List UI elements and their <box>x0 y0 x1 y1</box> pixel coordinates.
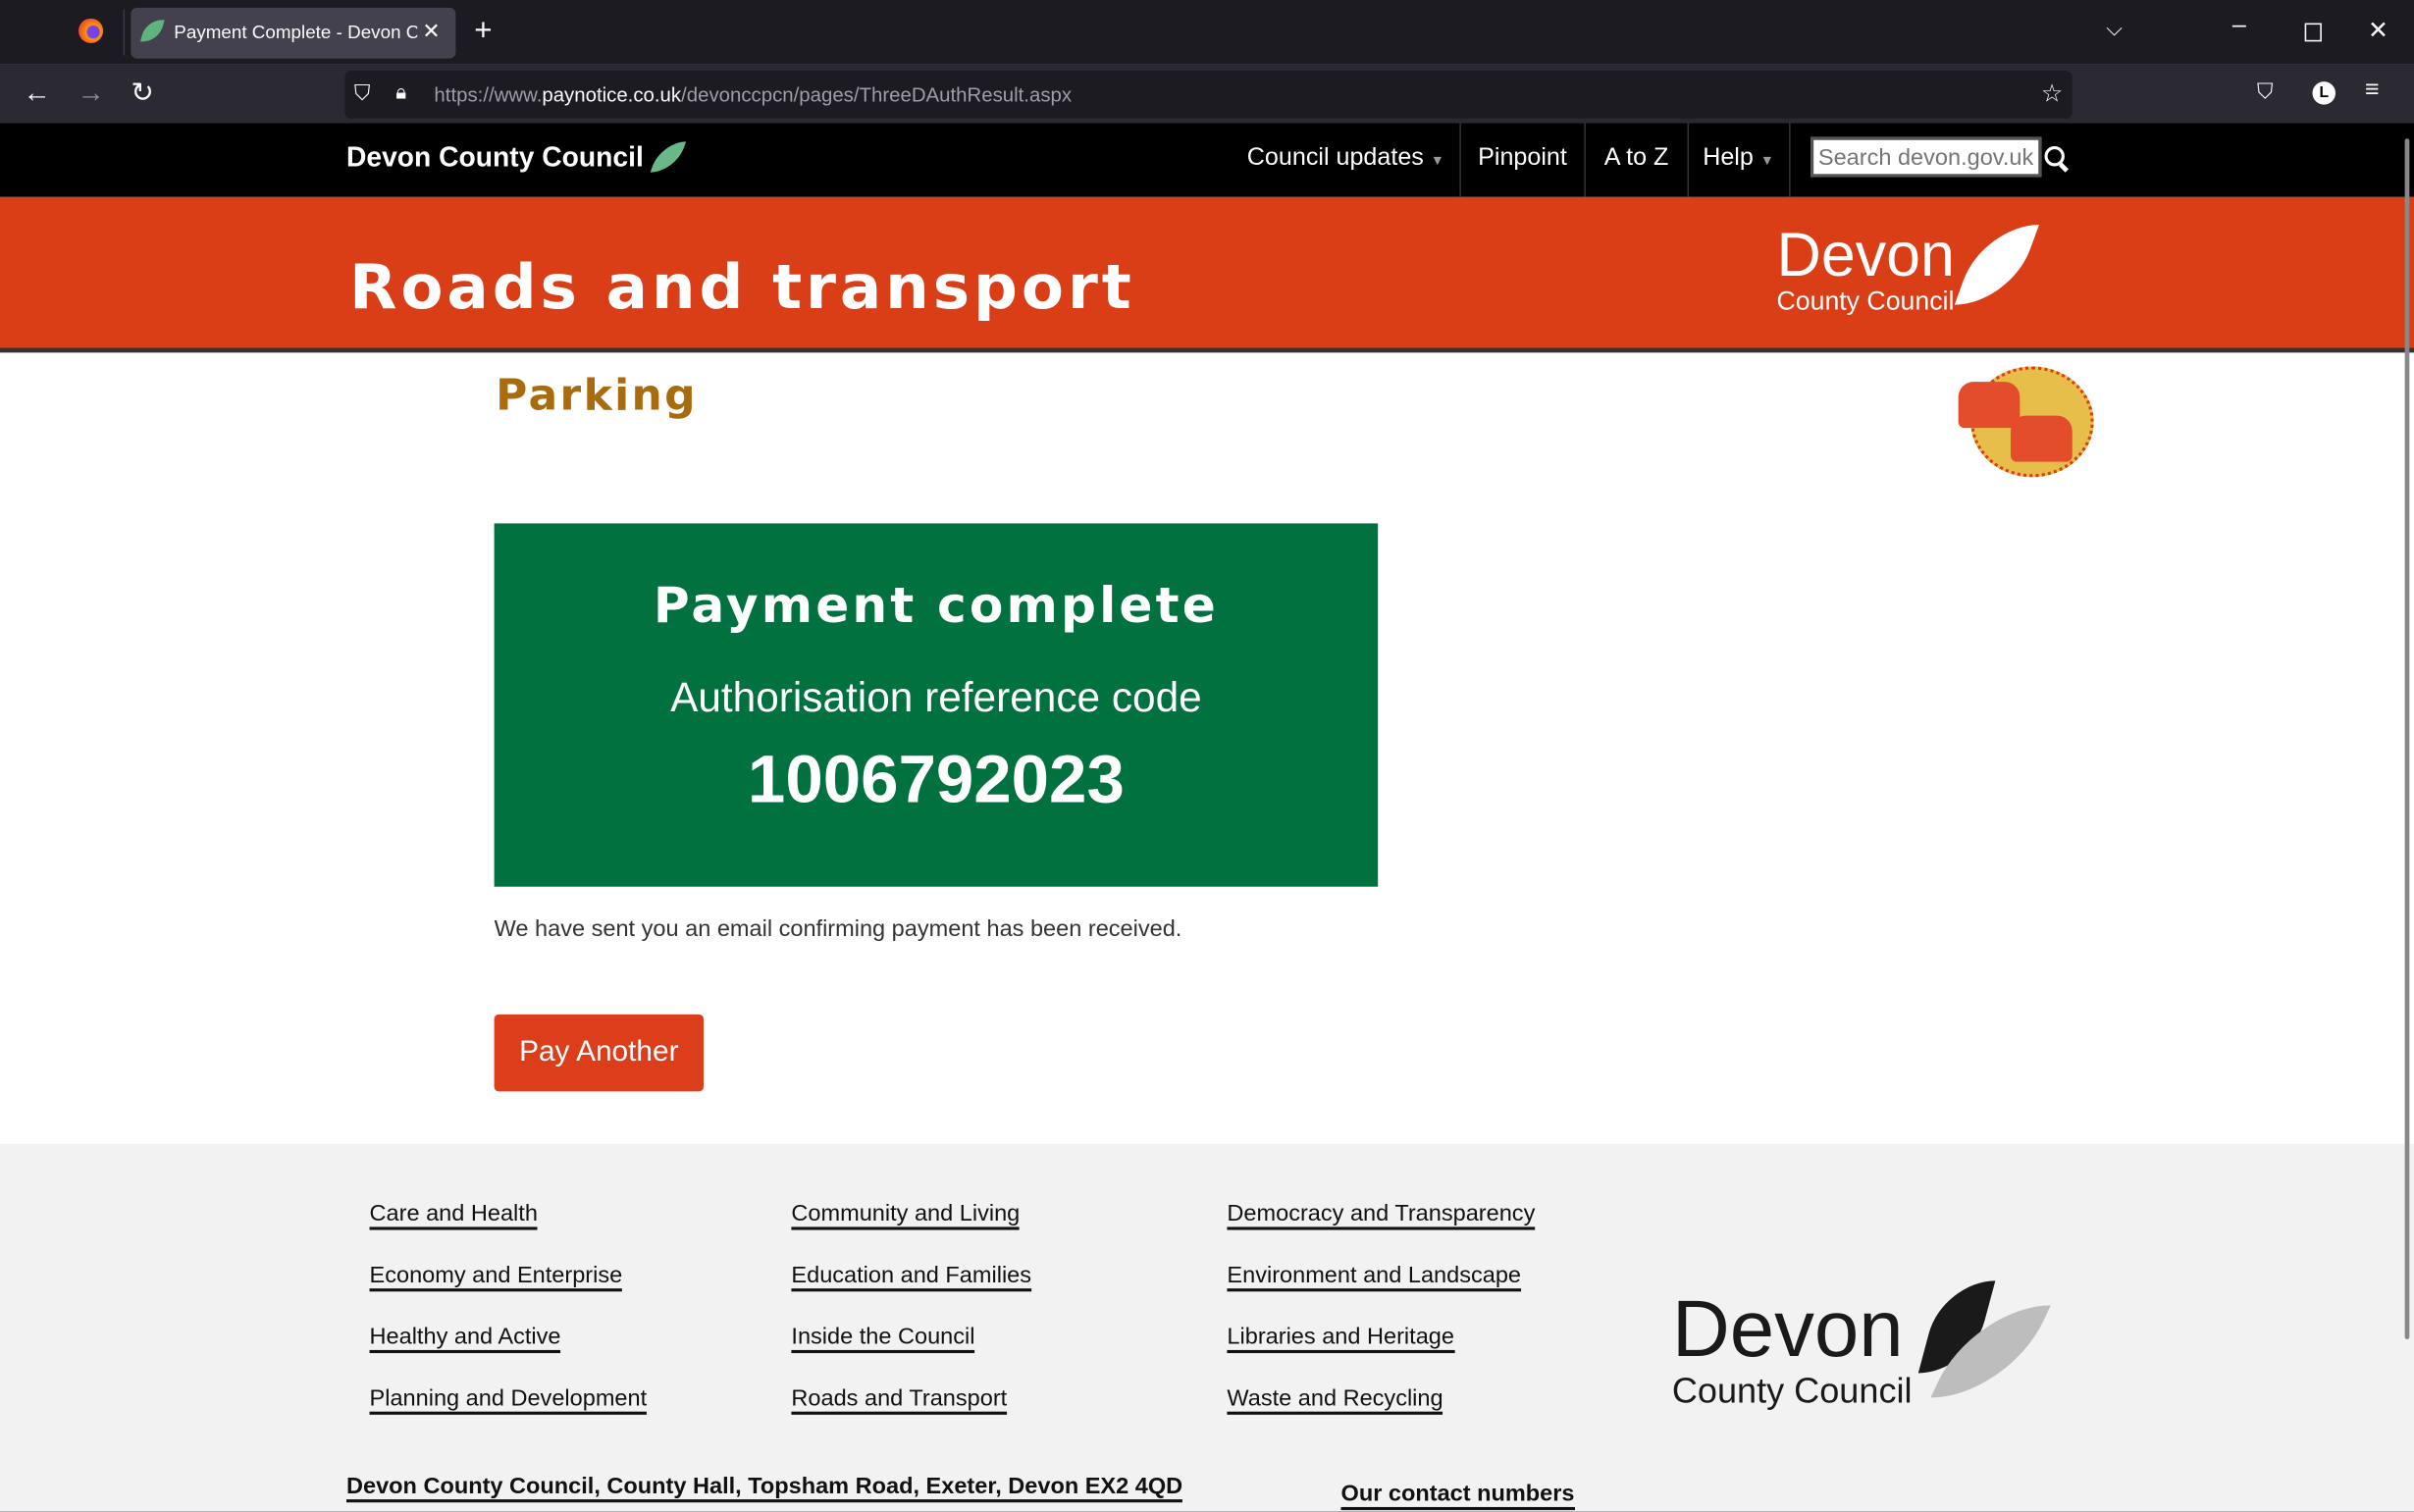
devon-logo[interactable]: Devon County Council <box>1776 221 2039 317</box>
footer-column: Community and Living Education and Famil… <box>791 1200 1032 1447</box>
back-icon[interactable]: ← <box>24 77 51 109</box>
search-input[interactable] <box>1810 136 2042 178</box>
bookmark-star-icon[interactable]: ☆ <box>2041 78 2064 109</box>
url-prefix: https://www. <box>434 82 543 107</box>
nav-label: Help <box>1703 144 1754 172</box>
site-logo[interactable]: Devon County Council <box>346 141 687 174</box>
close-tab-icon[interactable]: ✕ <box>422 19 440 45</box>
footer-column: Democracy and Transparency Environment a… <box>1227 1200 1536 1447</box>
footer-link[interactable]: Libraries and Heritage <box>1227 1324 1454 1354</box>
payment-confirmation-panel: Payment complete Authorisation reference… <box>494 523 1379 887</box>
footer-link[interactable]: Environment and Landscape <box>1227 1262 1522 1292</box>
logo-line1: Devon <box>1776 221 1955 289</box>
minimize-icon[interactable]: – <box>2232 13 2246 40</box>
scrollbar[interactable] <box>2404 138 2410 1339</box>
site-logo-text: Devon County Council <box>346 141 644 173</box>
account-avatar[interactable]: L <box>2312 81 2336 105</box>
email-confirmation-text: We have sent you an email confirming pay… <box>494 915 1182 943</box>
footer-link[interactable]: Education and Families <box>791 1262 1032 1292</box>
section-heading: Parking <box>496 369 698 421</box>
section-banner: Roads and transport Devon County Council <box>0 196 2414 353</box>
tab-title: Payment Complete - Devon County Council <box>174 21 417 43</box>
menu-icon[interactable]: ≡ <box>2365 77 2380 104</box>
divider <box>1789 123 1791 197</box>
url-domain: paynotice.co.uk <box>542 82 682 107</box>
maximize-icon[interactable] <box>2304 23 2322 42</box>
pay-another-button[interactable]: Pay Another <box>494 1014 704 1092</box>
list-tabs-chevron-icon[interactable]: ⌵ <box>2106 16 2123 42</box>
search-icon[interactable] <box>2044 146 2069 173</box>
address-link[interactable]: Devon County Council, County Hall, Topsh… <box>346 1473 1183 1503</box>
footer-link[interactable]: Roads and Transport <box>791 1385 1008 1415</box>
tab-bar: Payment Complete - Devon County Council … <box>0 0 2414 65</box>
divider <box>1687 123 1690 197</box>
logo-line2: County Council <box>1671 1370 1913 1411</box>
nav-toolbar: ← → ↻ ⛉ 🔒︎ https://www.paynotice.co.uk/d… <box>0 64 2414 124</box>
footer-contact[interactable]: Our contact numbers <box>1340 1481 1575 1511</box>
footer-link[interactable]: Healthy and Active <box>369 1324 561 1354</box>
browser-window: Payment Complete - Devon County Council … <box>0 0 2414 1512</box>
footer-link[interactable]: Democracy and Transparency <box>1227 1200 1536 1230</box>
pocket-icon[interactable]: ⛉ <box>2257 78 2273 105</box>
nav-label: Council updates <box>1246 144 1424 172</box>
logo-line1: Devon <box>1671 1285 1904 1376</box>
logo-line2: County Council <box>1776 286 1955 316</box>
site-header: Devon County Council Council updates ▼ P… <box>0 123 2414 197</box>
shield-icon[interactable]: ⛉ <box>354 80 370 107</box>
footer-link[interactable]: Economy and Enterprise <box>369 1262 623 1292</box>
reload-icon[interactable]: ↻ <box>131 77 154 109</box>
leaf-favicon-icon <box>139 20 165 42</box>
footer-link[interactable]: Community and Living <box>791 1200 1021 1230</box>
footer-column: Care and Health Economy and Enterprise H… <box>369 1200 648 1447</box>
nav-pinpoint[interactable]: Pinpoint <box>1478 144 1567 172</box>
footer-link[interactable]: Planning and Development <box>369 1385 648 1415</box>
firefox-icon[interactable] <box>79 18 104 43</box>
confirmation-heading: Payment complete <box>653 575 1219 635</box>
dropdown-caret-icon: ▼ <box>1759 152 1774 169</box>
contact-numbers-link[interactable]: Our contact numbers <box>1340 1481 1575 1511</box>
url-bar[interactable]: ⛉ 🔒︎ https://www.paynotice.co.uk/devoncc… <box>344 71 2073 119</box>
section-title: Roads and transport <box>349 252 1135 324</box>
new-tab-icon[interactable]: + <box>474 14 492 49</box>
footer-link[interactable]: Waste and Recycling <box>1227 1385 1443 1415</box>
nav-help[interactable]: Help ▼ <box>1703 144 1774 172</box>
tab-active[interactable]: Payment Complete - Devon County Council … <box>131 7 456 59</box>
divider <box>123 9 126 56</box>
footer-address[interactable]: Devon County Council, County Hall, Topsh… <box>346 1473 1183 1503</box>
footer-devon-logo[interactable]: Devon County Council <box>1671 1280 2051 1412</box>
nav-council-updates[interactable]: Council updates ▼ <box>1247 144 1444 172</box>
nav-a-to-z[interactable]: A to Z <box>1604 144 1669 172</box>
close-window-icon[interactable]: ✕ <box>2368 16 2388 46</box>
cars-icon <box>1958 366 2094 478</box>
auth-code-value: 1006792023 <box>747 742 1125 818</box>
site-footer: Care and Health Economy and Enterprise H… <box>0 1143 2414 1512</box>
lock-icon[interactable]: 🔒︎ <box>395 80 406 105</box>
auth-code-label: Authorisation reference code <box>670 674 1202 721</box>
divider <box>1584 123 1586 197</box>
url-path: /devonccpcn/pages/ThreeDAuthResult.aspx <box>681 82 1073 107</box>
dropdown-caret-icon: ▼ <box>1430 152 1444 169</box>
footer-link[interactable]: Inside the Council <box>791 1324 975 1354</box>
leaf-icon <box>1954 225 2039 305</box>
footer-link[interactable]: Care and Health <box>369 1200 538 1230</box>
divider <box>1459 123 1461 197</box>
url-text: https://www.paynotice.co.uk/devonccpcn/p… <box>434 83 1072 107</box>
forward-icon[interactable]: → <box>77 77 104 109</box>
leaf-icon <box>650 141 687 173</box>
